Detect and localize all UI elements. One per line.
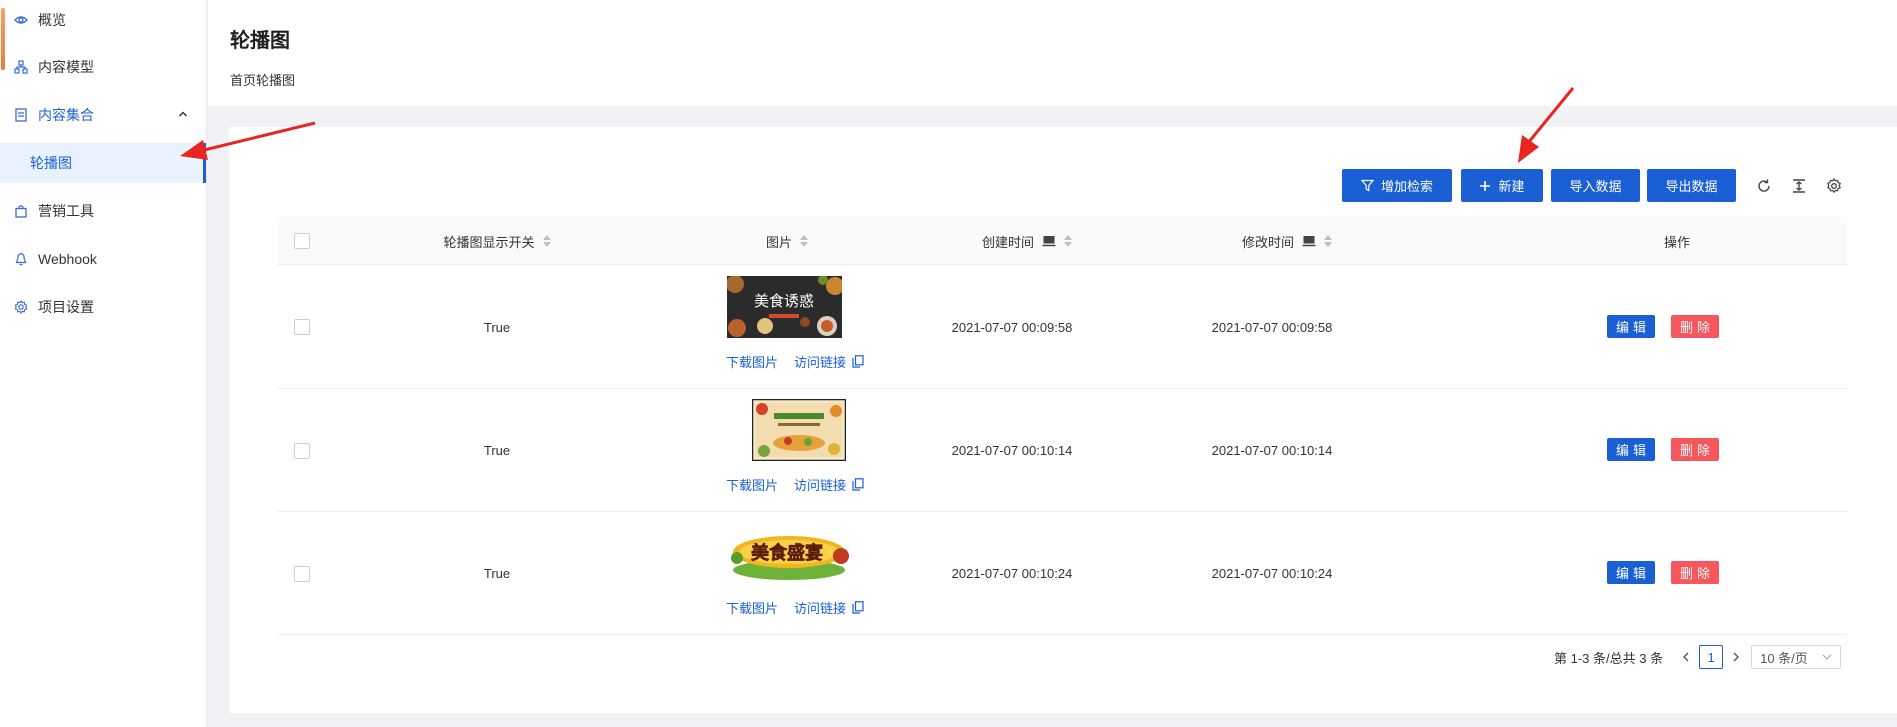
export-data-button[interactable]: 导出数据 — [1647, 169, 1736, 202]
sidebar-item-label: 轮播图 — [30, 155, 72, 171]
download-image-link[interactable]: 下载图片 — [726, 598, 778, 617]
new-button[interactable]: 新建 — [1461, 169, 1543, 202]
new-label: 新建 — [1498, 179, 1525, 194]
sidebar-item-label: 营销工具 — [38, 203, 94, 219]
modified-time: 2021-07-07 00:10:14 — [1211, 443, 1333, 458]
image-links: 下载图片 访问链接 — [726, 598, 864, 617]
visit-link[interactable]: 访问链接 — [794, 352, 846, 371]
delete-button[interactable]: 删除 — [1671, 438, 1719, 461]
svg-text:美食诱惑: 美食诱惑 — [754, 292, 814, 310]
banner-image: 美食盛宴 — [729, 522, 849, 584]
page-size-value: 10 条/页 — [1760, 650, 1808, 666]
sidebar-item-label: 内容集合 — [38, 107, 94, 123]
page-number[interactable]: 1 — [1699, 645, 1724, 669]
density-icon[interactable] — [1790, 177, 1808, 195]
switch-value: True — [483, 566, 511, 581]
column-header-created-time[interactable]: 创建时间 — [897, 217, 1157, 265]
svg-text:美食盛宴: 美食盛宴 — [751, 542, 823, 564]
sort-icon[interactable] — [1064, 235, 1072, 247]
page-header: 轮播图 首页轮播图 — [208, 0, 1897, 106]
edit-button[interactable]: 编辑 — [1607, 315, 1655, 338]
table-row: True 下载图片 访问链接 2021-07-07 00:10:14 2021-… — [277, 389, 1847, 512]
download-image-link[interactable]: 下载图片 — [726, 352, 778, 371]
filter-icon — [1360, 179, 1374, 192]
column-header-switch[interactable]: 轮播图显示开关 — [377, 217, 617, 265]
row-checkbox[interactable] — [294, 443, 310, 459]
created-time: 2021-07-07 00:10:14 — [951, 443, 1073, 458]
export-data-label: 导出数据 — [1665, 179, 1718, 194]
banner-image — [752, 399, 846, 461]
edit-button[interactable]: 编辑 — [1607, 438, 1655, 461]
select-all-checkbox[interactable] — [294, 233, 310, 249]
pagination-summary: 第 1-3 条/总共 3 条 — [1554, 650, 1664, 666]
import-data-button[interactable]: 导入数据 — [1551, 169, 1640, 202]
created-time: 2021-07-07 00:10:24 — [951, 566, 1073, 581]
sidebar-item-label: Webhook — [38, 251, 97, 267]
eye-icon — [14, 13, 28, 27]
next-page-icon[interactable] — [1727, 645, 1745, 669]
import-data-label: 导入数据 — [1569, 179, 1622, 194]
chevron-up-icon[interactable] — [178, 109, 188, 119]
sidebar-item-content-model[interactable]: 内容模型 — [0, 47, 206, 87]
refresh-icon[interactable] — [1755, 177, 1773, 195]
sort-icon[interactable] — [542, 235, 551, 247]
image-links: 下载图片 访问链接 — [726, 352, 864, 371]
table-header: 轮播图显示开关 图片 创建时间 修改时间 操作 — [277, 217, 1847, 265]
bag-icon — [14, 204, 28, 218]
monitor-icon — [1302, 235, 1316, 247]
sidebar-item-label: 内容模型 — [38, 59, 94, 75]
plus-icon — [1479, 180, 1491, 192]
sidebar-item-webhook[interactable]: Webhook — [0, 239, 206, 279]
collection-icon — [14, 108, 28, 122]
download-image-link[interactable]: 下载图片 — [726, 475, 778, 494]
column-settings-icon[interactable] — [1825, 177, 1843, 195]
pagination: 第 1-3 条/总共 3 条 1 10 条/页 — [1554, 645, 1842, 669]
copy-icon[interactable] — [852, 355, 864, 368]
sidebar: 概览 内容模型 内容集合 轮播图 营销工具 Webhook 项目设置 — [0, 0, 207, 727]
copy-icon[interactable] — [852, 601, 864, 614]
prev-page-icon[interactable] — [1677, 645, 1695, 669]
modified-time: 2021-07-07 00:10:24 — [1211, 566, 1333, 581]
switch-value: True — [483, 443, 511, 458]
visit-link[interactable]: 访问链接 — [794, 475, 846, 494]
sidebar-item-label: 项目设置 — [38, 299, 94, 315]
edit-button[interactable]: 编辑 — [1607, 561, 1655, 584]
sidebar-item-label: 概览 — [38, 12, 66, 28]
chevron-down-icon — [1822, 653, 1832, 661]
banner-image: 美食诱惑 — [727, 276, 842, 338]
visit-link[interactable]: 访问链接 — [794, 598, 846, 617]
column-header-modified-time[interactable]: 修改时间 — [1157, 217, 1417, 265]
webhook-icon — [14, 252, 28, 266]
sidebar-item-carousel[interactable]: 轮播图 — [0, 143, 206, 183]
delete-button[interactable]: 删除 — [1671, 315, 1719, 338]
sort-icon[interactable] — [1324, 235, 1332, 247]
sidebar-item-content-collection[interactable]: 内容集合 — [0, 95, 206, 135]
sidebar-item-marketing[interactable]: 营销工具 — [0, 191, 206, 231]
column-header-actions: 操作 — [1663, 234, 1690, 250]
monitor-icon — [1042, 235, 1056, 247]
add-filter-label: 增加检索 — [1380, 179, 1433, 194]
row-checkbox[interactable] — [294, 566, 310, 582]
page-size-select[interactable]: 10 条/页 — [1751, 645, 1842, 669]
sort-icon[interactable] — [800, 235, 808, 247]
content-card: 增加检索 新建 导入数据 导出数据 轮播图显示开关 图片 创建时间 修改时间 操… — [229, 127, 1897, 713]
delete-button[interactable]: 删除 — [1671, 561, 1719, 584]
page-subtitle: 首页轮播图 — [230, 73, 296, 88]
created-time: 2021-07-07 00:09:58 — [951, 320, 1073, 335]
copy-icon[interactable] — [852, 478, 864, 491]
modified-time: 2021-07-07 00:09:58 — [1211, 320, 1333, 335]
gear-icon — [14, 300, 28, 314]
table-row: True 美食盛宴 下载图片 访问链接 2021-07-07 00:10:24 … — [277, 512, 1847, 635]
add-filter-button[interactable]: 增加检索 — [1342, 169, 1452, 202]
switch-value: True — [483, 320, 511, 335]
row-checkbox[interactable] — [294, 319, 310, 335]
image-links: 下载图片 访问链接 — [726, 475, 864, 494]
page-title: 轮播图 — [230, 30, 290, 52]
sidebar-item-overview[interactable]: 概览 — [0, 0, 206, 40]
model-icon — [14, 60, 28, 74]
column-header-image[interactable]: 图片 — [672, 217, 902, 265]
sidebar-item-project-settings[interactable]: 项目设置 — [0, 287, 206, 327]
table-row: True 美食诱惑 下载图片 访问链接 2021-07-07 00:09:58 … — [277, 266, 1847, 389]
